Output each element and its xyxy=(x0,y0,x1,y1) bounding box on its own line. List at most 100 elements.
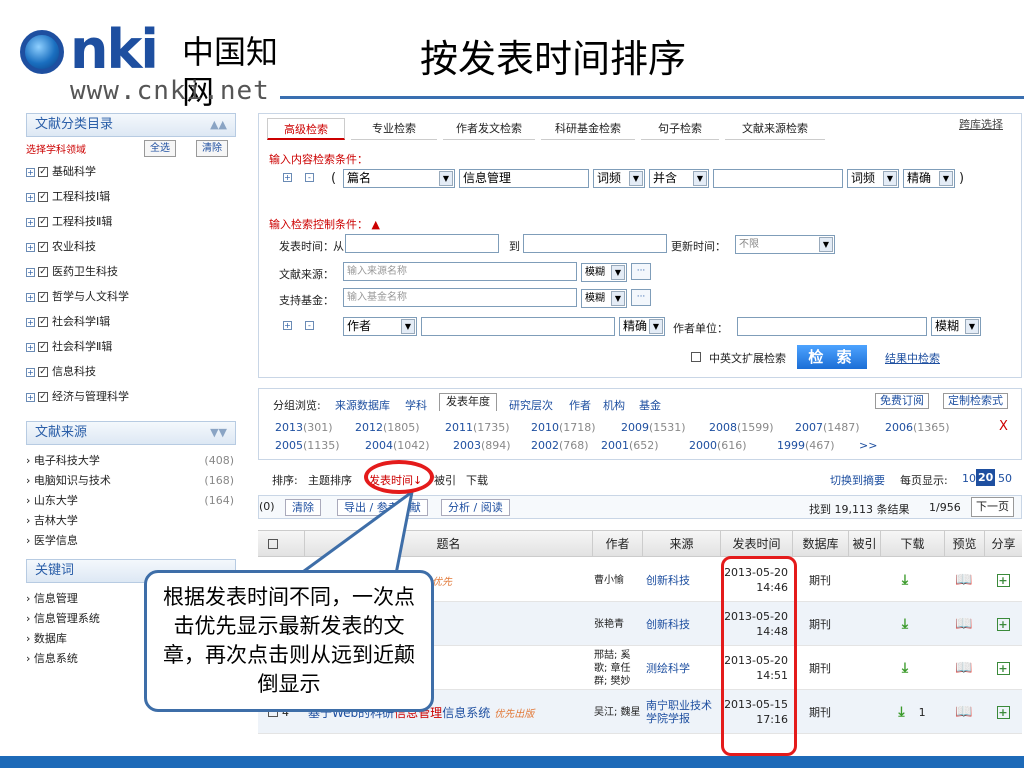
author-match-select[interactable]: 精确 ▼ xyxy=(619,317,665,336)
search-button[interactable]: 检 索 xyxy=(797,345,867,369)
year-item[interactable]: 2006(1365) xyxy=(885,421,950,434)
author-input[interactable] xyxy=(421,317,615,336)
subject-item[interactable]: + ✓ 经济与管理科学 xyxy=(26,384,236,409)
column-header-8[interactable]: 分享 xyxy=(984,531,1022,557)
group-tab-0[interactable]: 来源数据库 xyxy=(335,397,390,413)
expand-icon[interactable]: + xyxy=(26,342,35,352)
subject-checkbox[interactable]: ✓ xyxy=(38,217,48,227)
subject-checkbox[interactable]: ✓ xyxy=(38,342,48,352)
date-to-input[interactable] xyxy=(523,234,667,253)
subject-checkbox[interactable]: ✓ xyxy=(38,267,48,277)
collapse-icon[interactable]: ▲▲ xyxy=(210,114,227,136)
analyze-button[interactable]: 分析 / 阅读 xyxy=(441,499,510,516)
per-page-10[interactable]: 10 xyxy=(962,472,976,485)
subject-item[interactable]: + ✓ 工程科技Ⅱ辑 xyxy=(26,209,236,234)
source-match-select[interactable]: 模糊 ▼ xyxy=(581,263,627,282)
source-item[interactable]: › 电子科技大学 (408) xyxy=(26,451,236,471)
download-icon[interactable]: ⤓ xyxy=(898,704,904,720)
collapse-triangle-icon[interactable]: ▲ xyxy=(372,218,380,231)
expand-icon[interactable]: + xyxy=(26,242,35,252)
subject-checkbox[interactable]: ✓ xyxy=(38,192,48,202)
remove-author-row-icon[interactable]: - xyxy=(305,321,314,330)
year-item[interactable]: 2000(616) xyxy=(689,439,747,452)
book-icon[interactable]: 📖 xyxy=(955,660,972,676)
subject-checkbox[interactable]: ✓ xyxy=(38,242,48,252)
update-time-select[interactable]: 不限 ▼ xyxy=(735,235,835,254)
column-header-4[interactable]: 数据库 xyxy=(792,531,848,557)
tab-4[interactable]: 句子检索 xyxy=(641,118,719,140)
subject-item[interactable]: + ✓ 工程科技Ⅰ辑 xyxy=(26,184,236,209)
subject-item[interactable]: + ✓ 社会科学Ⅱ辑 xyxy=(26,334,236,359)
column-header-3[interactable]: 发表时间 xyxy=(720,531,792,557)
expand-icon[interactable]: + xyxy=(26,317,35,327)
column-header-5[interactable]: 被引 xyxy=(848,531,880,557)
expand-icon[interactable]: ▼▼ xyxy=(210,422,227,444)
close-icon[interactable]: X xyxy=(999,419,1008,434)
more-years-link[interactable]: >> xyxy=(859,439,877,452)
row-author[interactable]: 吴江; 魏星 xyxy=(594,690,642,734)
share-plus-icon[interactable]: + xyxy=(996,705,1010,719)
share-plus-icon[interactable]: + xyxy=(996,661,1010,675)
row-author[interactable]: 曹小愉 xyxy=(594,558,642,602)
download-icon[interactable]: ⤓ xyxy=(902,572,908,588)
row-author[interactable]: 邢喆; 奚歌; 章任群; 樊妙 xyxy=(594,646,642,690)
field-select-1[interactable]: 篇名 ▼ xyxy=(343,169,455,188)
operator-select[interactable]: 并含 ▼ xyxy=(649,169,709,188)
select-all-button[interactable]: 全选 xyxy=(144,140,176,157)
per-page-50[interactable]: 50 xyxy=(998,472,1012,485)
per-page-20[interactable]: 20 xyxy=(976,469,996,486)
year-item[interactable]: 2010(1718) xyxy=(531,421,596,434)
fund-picker-icon[interactable]: ··· xyxy=(631,289,651,306)
year-item[interactable]: 2005(1135) xyxy=(275,439,340,452)
category-panel-header[interactable]: 文献分类目录 ▲▲ xyxy=(26,113,236,137)
expand-icon[interactable]: + xyxy=(26,292,35,302)
match-select-2[interactable]: 精确 ▼ xyxy=(903,169,955,188)
row-author[interactable]: 张艳青 xyxy=(594,602,642,646)
source-item[interactable]: › 吉林大学 xyxy=(26,511,236,531)
select-all-checkbox[interactable] xyxy=(268,539,278,549)
row-source[interactable]: 创新科技 xyxy=(646,558,718,602)
tab-0[interactable]: 高级检索 xyxy=(267,118,345,140)
book-icon[interactable]: 📖 xyxy=(955,616,972,632)
source-input[interactable]: 输入来源名称 xyxy=(343,262,577,281)
subject-checkbox[interactable]: ✓ xyxy=(38,292,48,302)
cnki-logo[interactable]: nki 中国知网 www.cnki.net xyxy=(14,18,304,111)
column-header-2[interactable]: 来源 xyxy=(642,531,720,557)
column-header-7[interactable]: 预览 xyxy=(944,531,984,557)
year-item[interactable]: 2013(301) xyxy=(275,421,333,434)
row-source[interactable]: 测绘科学 xyxy=(646,646,718,690)
row-source[interactable]: 南宁职业技术学院学报 xyxy=(646,690,718,734)
download-icon[interactable]: ⤓ xyxy=(902,660,908,676)
tab-2[interactable]: 作者发文检索 xyxy=(443,118,535,140)
subject-item[interactable]: + ✓ 社会科学Ⅰ辑 xyxy=(26,309,236,334)
sort-download[interactable]: 下载 xyxy=(466,472,488,488)
row-source[interactable]: 创新科技 xyxy=(646,602,718,646)
freq-select-2[interactable]: 词频 ▼ xyxy=(847,169,899,188)
group-tab-2[interactable]: 发表年度 xyxy=(439,393,497,411)
expand-icon[interactable]: + xyxy=(26,267,35,277)
fund-input[interactable]: 输入基金名称 xyxy=(343,288,577,307)
remove-row-icon[interactable]: - xyxy=(305,173,314,182)
source-panel-header[interactable]: 文献来源 ▼▼ xyxy=(26,421,236,445)
free-subscribe-button[interactable]: 免费订阅 xyxy=(875,393,929,409)
column-header-6[interactable]: 下载 xyxy=(880,531,944,557)
year-item[interactable]: 2004(1042) xyxy=(365,439,430,452)
date-from-input[interactable] xyxy=(345,234,499,253)
column-header-0[interactable]: 题名 xyxy=(304,531,592,557)
ext-search-checkbox[interactable] xyxy=(691,352,701,362)
source-item[interactable]: › 电脑知识与技术 (168) xyxy=(26,471,236,491)
affiliation-input[interactable] xyxy=(737,317,927,336)
expand-icon[interactable]: + xyxy=(26,167,35,177)
add-row-icon[interactable]: + xyxy=(283,173,292,182)
expand-icon[interactable]: + xyxy=(26,392,35,402)
custom-search-button[interactable]: 定制检索式 xyxy=(943,393,1008,409)
next-page-button[interactable]: 下一页 xyxy=(971,497,1014,517)
add-author-row-icon[interactable]: + xyxy=(283,321,292,330)
book-icon[interactable]: 📖 xyxy=(955,572,972,588)
switch-abstract-link[interactable]: 切换到摘要 xyxy=(830,472,885,488)
export-button[interactable]: 导出 / 参考文献 xyxy=(337,499,428,516)
clear-selection-button[interactable]: 清除 xyxy=(285,499,321,516)
tab-1[interactable]: 专业检索 xyxy=(351,118,437,140)
subject-checkbox[interactable]: ✓ xyxy=(38,392,48,402)
source-item[interactable]: › 医学信息 xyxy=(26,531,236,551)
